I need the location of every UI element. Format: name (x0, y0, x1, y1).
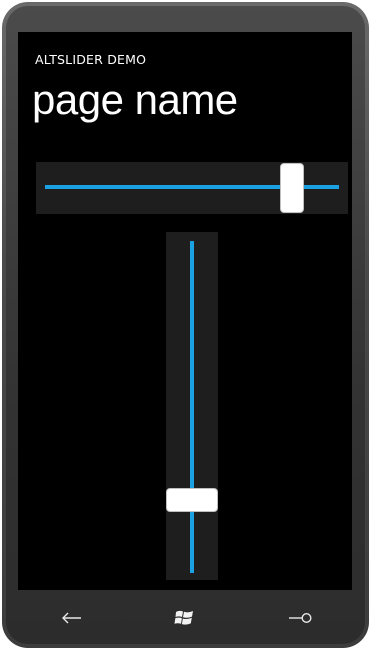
back-arrow-icon (62, 612, 81, 624)
app-title: ALTSLIDER DEMO (35, 52, 147, 67)
start-button[interactable] (165, 604, 205, 632)
windows-logo-icon (174, 610, 193, 625)
page-title: page name (32, 76, 238, 123)
hardware-button-bar (18, 590, 352, 644)
horizontal-slider-thumb[interactable] (279, 163, 304, 213)
back-button[interactable] (52, 604, 92, 632)
search-icon (289, 612, 312, 624)
vertical-slider[interactable] (166, 232, 218, 580)
search-button[interactable] (280, 604, 320, 632)
horizontal-slider[interactable] (36, 162, 348, 214)
vertical-slider-thumb[interactable] (166, 487, 218, 512)
vertical-slider-track[interactable] (190, 241, 194, 573)
phone-screen: ALTSLIDER DEMO page name (18, 32, 352, 590)
